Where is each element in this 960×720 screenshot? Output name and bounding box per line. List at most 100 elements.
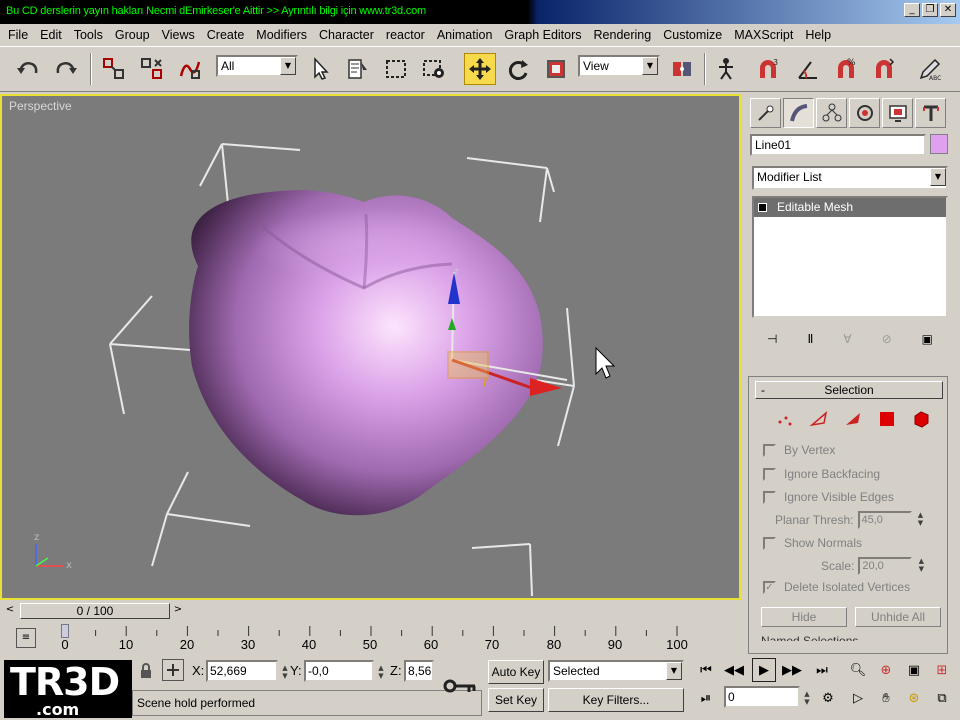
scale-field[interactable]: 20,0 [858, 557, 913, 575]
set-key-button[interactable]: Set Key [488, 688, 544, 712]
menu-reactor[interactable]: reactor [380, 28, 431, 42]
spinner-arrows-icon[interactable]: ▲ ▼ [916, 511, 926, 529]
menu-edit[interactable]: Edit [34, 28, 68, 42]
create-tab-icon[interactable] [750, 98, 781, 128]
menu-group[interactable]: Group [109, 28, 156, 42]
absolute-mode-transform-icon[interactable] [162, 659, 184, 681]
next-key-icon[interactable]: ▶▶ [780, 658, 804, 682]
close-button[interactable]: ✕ [940, 3, 956, 17]
key-mode-dropdown[interactable]: Selected ▼ [548, 660, 684, 682]
key-filters-button[interactable]: Key Filters... [548, 688, 684, 712]
element-level-icon[interactable] [911, 409, 931, 429]
select-by-name-icon[interactable] [342, 53, 374, 85]
undo-icon[interactable] [12, 53, 44, 85]
menu-help[interactable]: Help [799, 28, 837, 42]
next-frame-icon[interactable]: > [170, 603, 186, 619]
zoom-extents-all-icon[interactable]: ⊞ [930, 658, 954, 682]
utilities-tab-icon[interactable] [915, 98, 946, 128]
restore-button[interactable]: ❐ [922, 3, 938, 17]
face-level-icon[interactable] [843, 409, 863, 429]
play-icon[interactable]: ▶ [752, 658, 776, 682]
make-unique-icon[interactable]: ∀ [843, 332, 851, 346]
select-and-scale-icon[interactable] [540, 53, 572, 85]
lock-selection-icon[interactable] [134, 659, 158, 683]
select-object-icon[interactable] [304, 53, 336, 85]
edit-named-selection-icon[interactable]: ABC [914, 53, 946, 85]
delete-isolated-checkbox[interactable]: ✓ Delete Isolated Vertices [763, 580, 910, 594]
motion-tab-icon[interactable] [849, 98, 880, 128]
vertex-level-icon[interactable] [775, 409, 795, 429]
menu-rendering[interactable]: Rendering [588, 28, 658, 42]
redo-icon[interactable] [50, 53, 82, 85]
x-coordinate-field[interactable]: 52,669 [206, 660, 278, 682]
auto-key-button[interactable]: Auto Key [488, 660, 544, 684]
snap-3d-icon[interactable]: 3 [752, 53, 784, 85]
show-end-result-icon[interactable]: Ⅱ [807, 332, 813, 346]
polygon-level-icon[interactable] [877, 409, 897, 429]
go-to-end-icon[interactable]: ⏭ [810, 658, 834, 682]
unlink-selection-icon[interactable] [136, 53, 168, 85]
minimize-button[interactable]: _ [904, 3, 920, 17]
menu-animation[interactable]: Animation [431, 28, 499, 42]
stack-item-editable-mesh[interactable]: Editable Mesh [754, 198, 946, 217]
menu-create[interactable]: Create [201, 28, 251, 42]
perspective-viewport[interactable]: Perspective z z x [0, 94, 741, 600]
menu-character[interactable]: Character [313, 28, 380, 42]
menu-tools[interactable]: Tools [68, 28, 109, 42]
select-and-move-icon[interactable] [464, 53, 496, 85]
window-crossing-icon[interactable] [418, 53, 450, 85]
modify-tab-icon[interactable] [783, 98, 814, 128]
current-frame-marker[interactable] [61, 624, 69, 638]
ignore-visible-edges-checkbox[interactable]: Ignore Visible Edges [763, 490, 894, 504]
menu-file[interactable]: File [2, 28, 34, 42]
remove-modifier-icon[interactable]: ⊘ [882, 332, 892, 346]
y-coordinate-field[interactable]: -0,0 [304, 660, 374, 682]
reference-coordinate-dropdown[interactable]: View ▼ [578, 55, 660, 77]
selection-rollout-header[interactable]: - Selection [755, 381, 943, 399]
menu-views[interactable]: Views [156, 28, 201, 42]
zoom-extents-icon[interactable]: ▣ [902, 658, 926, 682]
edge-level-icon[interactable] [809, 409, 829, 429]
object-name-field[interactable]: Line01 [750, 134, 926, 156]
unhide-all-button[interactable]: Unhide All [855, 607, 941, 627]
field-of-view-icon[interactable]: ▷ [846, 686, 870, 710]
hierarchy-tab-icon[interactable] [816, 98, 847, 128]
set-keys-key-icon[interactable] [440, 670, 480, 702]
go-to-start-icon[interactable]: ⏮ [694, 658, 718, 682]
menu-graph-editors[interactable]: Graph Editors [498, 28, 587, 42]
display-tab-icon[interactable] [882, 98, 913, 128]
angle-snap-icon[interactable] [792, 53, 824, 85]
key-mode-toggle-icon[interactable]: ⏯ [694, 686, 718, 710]
time-slider-thumb[interactable]: 0 / 100 [20, 603, 170, 619]
pan-icon[interactable]: ✋︎ [874, 686, 898, 710]
bind-to-space-warp-icon[interactable] [174, 53, 206, 85]
maximize-viewport-icon[interactable]: ⧉ [930, 686, 954, 710]
spinner-snap-icon[interactable] [868, 53, 900, 85]
configure-modifier-sets-icon[interactable]: ▣ [922, 332, 933, 346]
menu-customize[interactable]: Customize [657, 28, 728, 42]
planar-thresh-field[interactable]: 45,0 [857, 511, 912, 529]
pivot-center-icon[interactable] [666, 53, 698, 85]
time-configuration-icon[interactable]: ⚙ [816, 686, 840, 710]
spinner-arrows-icon[interactable]: ▲ ▼ [916, 557, 926, 575]
z-coordinate-field[interactable]: 8,56 [404, 660, 434, 682]
object-color-swatch[interactable] [930, 134, 948, 154]
by-vertex-checkbox[interactable]: By Vertex [763, 443, 835, 457]
previous-frame-icon[interactable]: < [2, 603, 18, 619]
modifier-list-dropdown[interactable]: Modifier List ▼ [752, 166, 948, 190]
x-spinner-icon[interactable]: ▲ ▼ [280, 664, 290, 682]
y-spinner-icon[interactable]: ▲ ▼ [376, 664, 386, 682]
track-bar[interactable]: ≡ 0 10 20 30 40 50 60 70 80 90 100 [0, 622, 741, 656]
hide-button[interactable]: Hide [761, 607, 847, 627]
ignore-backfacing-checkbox[interactable]: Ignore Backfacing [763, 467, 880, 481]
percent-snap-icon[interactable]: % [830, 53, 862, 85]
frame-spinner-icon[interactable]: ▲ ▼ [802, 690, 812, 708]
menu-maxscript[interactable]: MAXScript [728, 28, 799, 42]
select-and-rotate-icon[interactable] [502, 53, 534, 85]
selection-filter-dropdown[interactable]: All ▼ [216, 55, 298, 77]
current-frame-field[interactable]: 0 [724, 686, 800, 708]
rectangular-selection-icon[interactable] [380, 53, 412, 85]
arc-rotate-icon[interactable]: ⊛ [902, 686, 926, 710]
zoom-icon[interactable]: 🔍︎ [846, 658, 870, 682]
zoom-all-icon[interactable]: ⊕ [874, 658, 898, 682]
